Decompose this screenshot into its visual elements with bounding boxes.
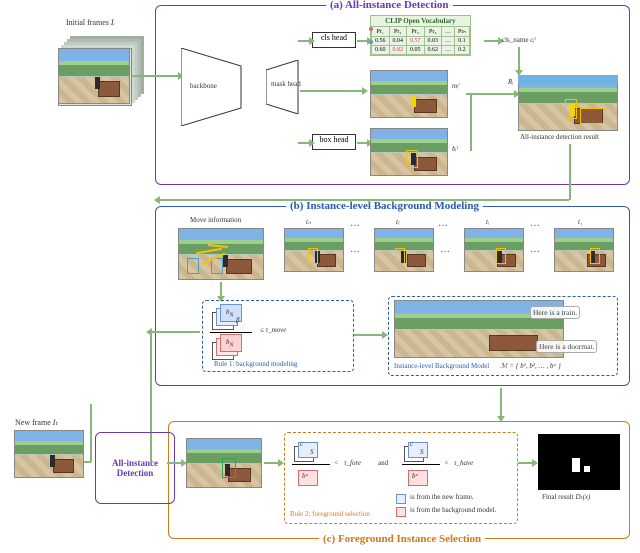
bg-caption-doormat: Here is a doormat. [536,340,597,353]
panel-c-title: (c) Foreground Instance Selection [319,533,485,545]
new-frame-thumb [14,430,84,478]
mask-sym: mᵢˡ [452,82,459,90]
rule1-fracline [210,332,252,333]
tau-move: ≤ τ_move [260,326,286,334]
arrow-clsname-down [518,47,520,72]
legend-text-bg: is from the background model. [410,506,496,514]
final-caption: Final result Dₜ(x) [542,493,590,501]
cls-dot-1 [369,27,373,31]
rule-1-caption: Rule 1: background modeling [214,360,297,368]
box-output-bbox [406,150,418,168]
vline-b-to-c-spur [90,404,92,462]
vline-a-to-b [569,144,571,200]
rule1-cube-top: bN β [212,306,246,330]
c-lt-1: < [334,459,339,467]
b-frame0-bbox [308,248,318,264]
b-frame4-bbox [496,248,506,264]
arrow-rule1-to-model [354,334,384,336]
new-frame-label: New frame Iₜ [15,418,58,427]
c-cube-bot2: bᵃ [404,468,434,490]
c-cube-top2: c S [404,440,434,462]
b-frame-label-6: t₁ [578,218,582,226]
b-dots-thumb-1: … [350,244,362,255]
cls-name-label: cls_name cᵢˡ [502,36,535,44]
result-header-strip [518,75,618,84]
legend-box-bg [396,507,406,517]
b-dots-1: … [350,218,362,229]
frame-stack-front [58,48,130,104]
arrow-cthumb-to-rule2 [264,462,280,464]
b-frame6-bbox [590,248,600,264]
arrow-maskhead-to-maskimg [300,90,364,92]
arrow-aid-to-c [167,462,183,464]
final-blob-2 [584,466,590,472]
arrow-clip-to-clsname [484,40,500,42]
final-blob-1 [572,458,580,472]
cls-dot-2 [369,40,373,44]
b-frame-thumb-4 [464,228,524,272]
c-green-bbox [222,458,236,478]
box-sym: bᵢˡ [452,145,458,153]
result-bbox-mat [580,108,606,124]
b-dots-thumb-3: … [440,244,452,255]
arrow-frames-to-backbone [132,75,180,77]
box-head-block: box head [312,134,356,150]
cls-head-block: cls head [312,32,356,48]
result-bbox-person [565,99,577,119]
arrow-mask-to-result [466,93,516,95]
rule-2-caption: Rule 2: foreground selection [290,510,370,518]
bg-model-header: Instance-level Background Model [394,362,489,370]
figure-root: (a) All-instance Detection (b) Instance-… [0,0,640,553]
c-tau-have: τ_have [454,459,473,467]
c-fracline-1 [292,464,330,465]
mask-output-thumb [370,70,448,118]
b-dots-5: … [530,218,542,229]
arrow-maskhead-to-cls [298,40,311,42]
panel-b-title: (b) Instance-level Background Modeling [286,200,483,212]
c-lt-2: < [444,459,449,467]
b-dots-3: … [438,218,450,229]
c-cube-bot1: bᵃ [294,468,324,490]
rule1-cube-bottom: bN [212,336,246,360]
bg-model-set: ℳ = { b¹, b², … , bᵃ } [500,362,561,370]
clip-open-vocab: CLIP Open Vocabulary Pr₁Pr₂Pr₃ Pr₄…Prₙ 0… [370,15,471,56]
panel-a-title: (a) All-instance Detection [326,0,453,11]
c-and: and [378,459,388,467]
c-tau-fore: τ_fore [344,459,361,467]
b-dots-thumb-5: … [530,244,542,255]
arrow-maskhead-to-box [298,142,311,144]
b-frame-label-0: tₙ [306,218,311,226]
result-sym: Rᵢ [508,78,513,86]
b-frame-thumb-6 [554,228,614,272]
move-info-label: Move information [190,216,241,224]
arrow-cls-to-clip [357,40,369,42]
arrow-rule2-to-final [518,462,534,464]
aid-reuse-block: All-instance Detection [95,432,175,504]
c-cube-top1: c S [294,440,324,462]
arrow-b-to-left [150,331,200,333]
vline-box-to-result-mid [470,94,472,151]
b-frame2-bbox [395,248,405,264]
mask-head-label: mask head [271,80,301,88]
arrow-b-to-c [500,388,502,418]
all-instance-result-caption: All-instance detection result [520,133,599,141]
clip-table: Pr₁Pr₂Pr₃ Pr₄…Prₙ 0.560.04 0.570.03 …0.1… [371,26,470,55]
arrow-a-to-b [158,199,569,201]
arrow-box-to-boximg [357,142,369,144]
legend-box-new [396,494,406,504]
b-frame-label-4: tᵢ [486,218,489,226]
b-frame-label-2: tⱼ [396,218,399,226]
initial-frames-label: Initial frames Iᵢ [66,18,115,27]
bg-caption-train: Here is a train. [530,306,580,319]
legend-text-new: is from the new frame. [410,493,474,501]
c-fracline-2 [402,464,440,465]
arrow-b-down [220,282,222,298]
backbone-label: backbone [190,82,217,90]
